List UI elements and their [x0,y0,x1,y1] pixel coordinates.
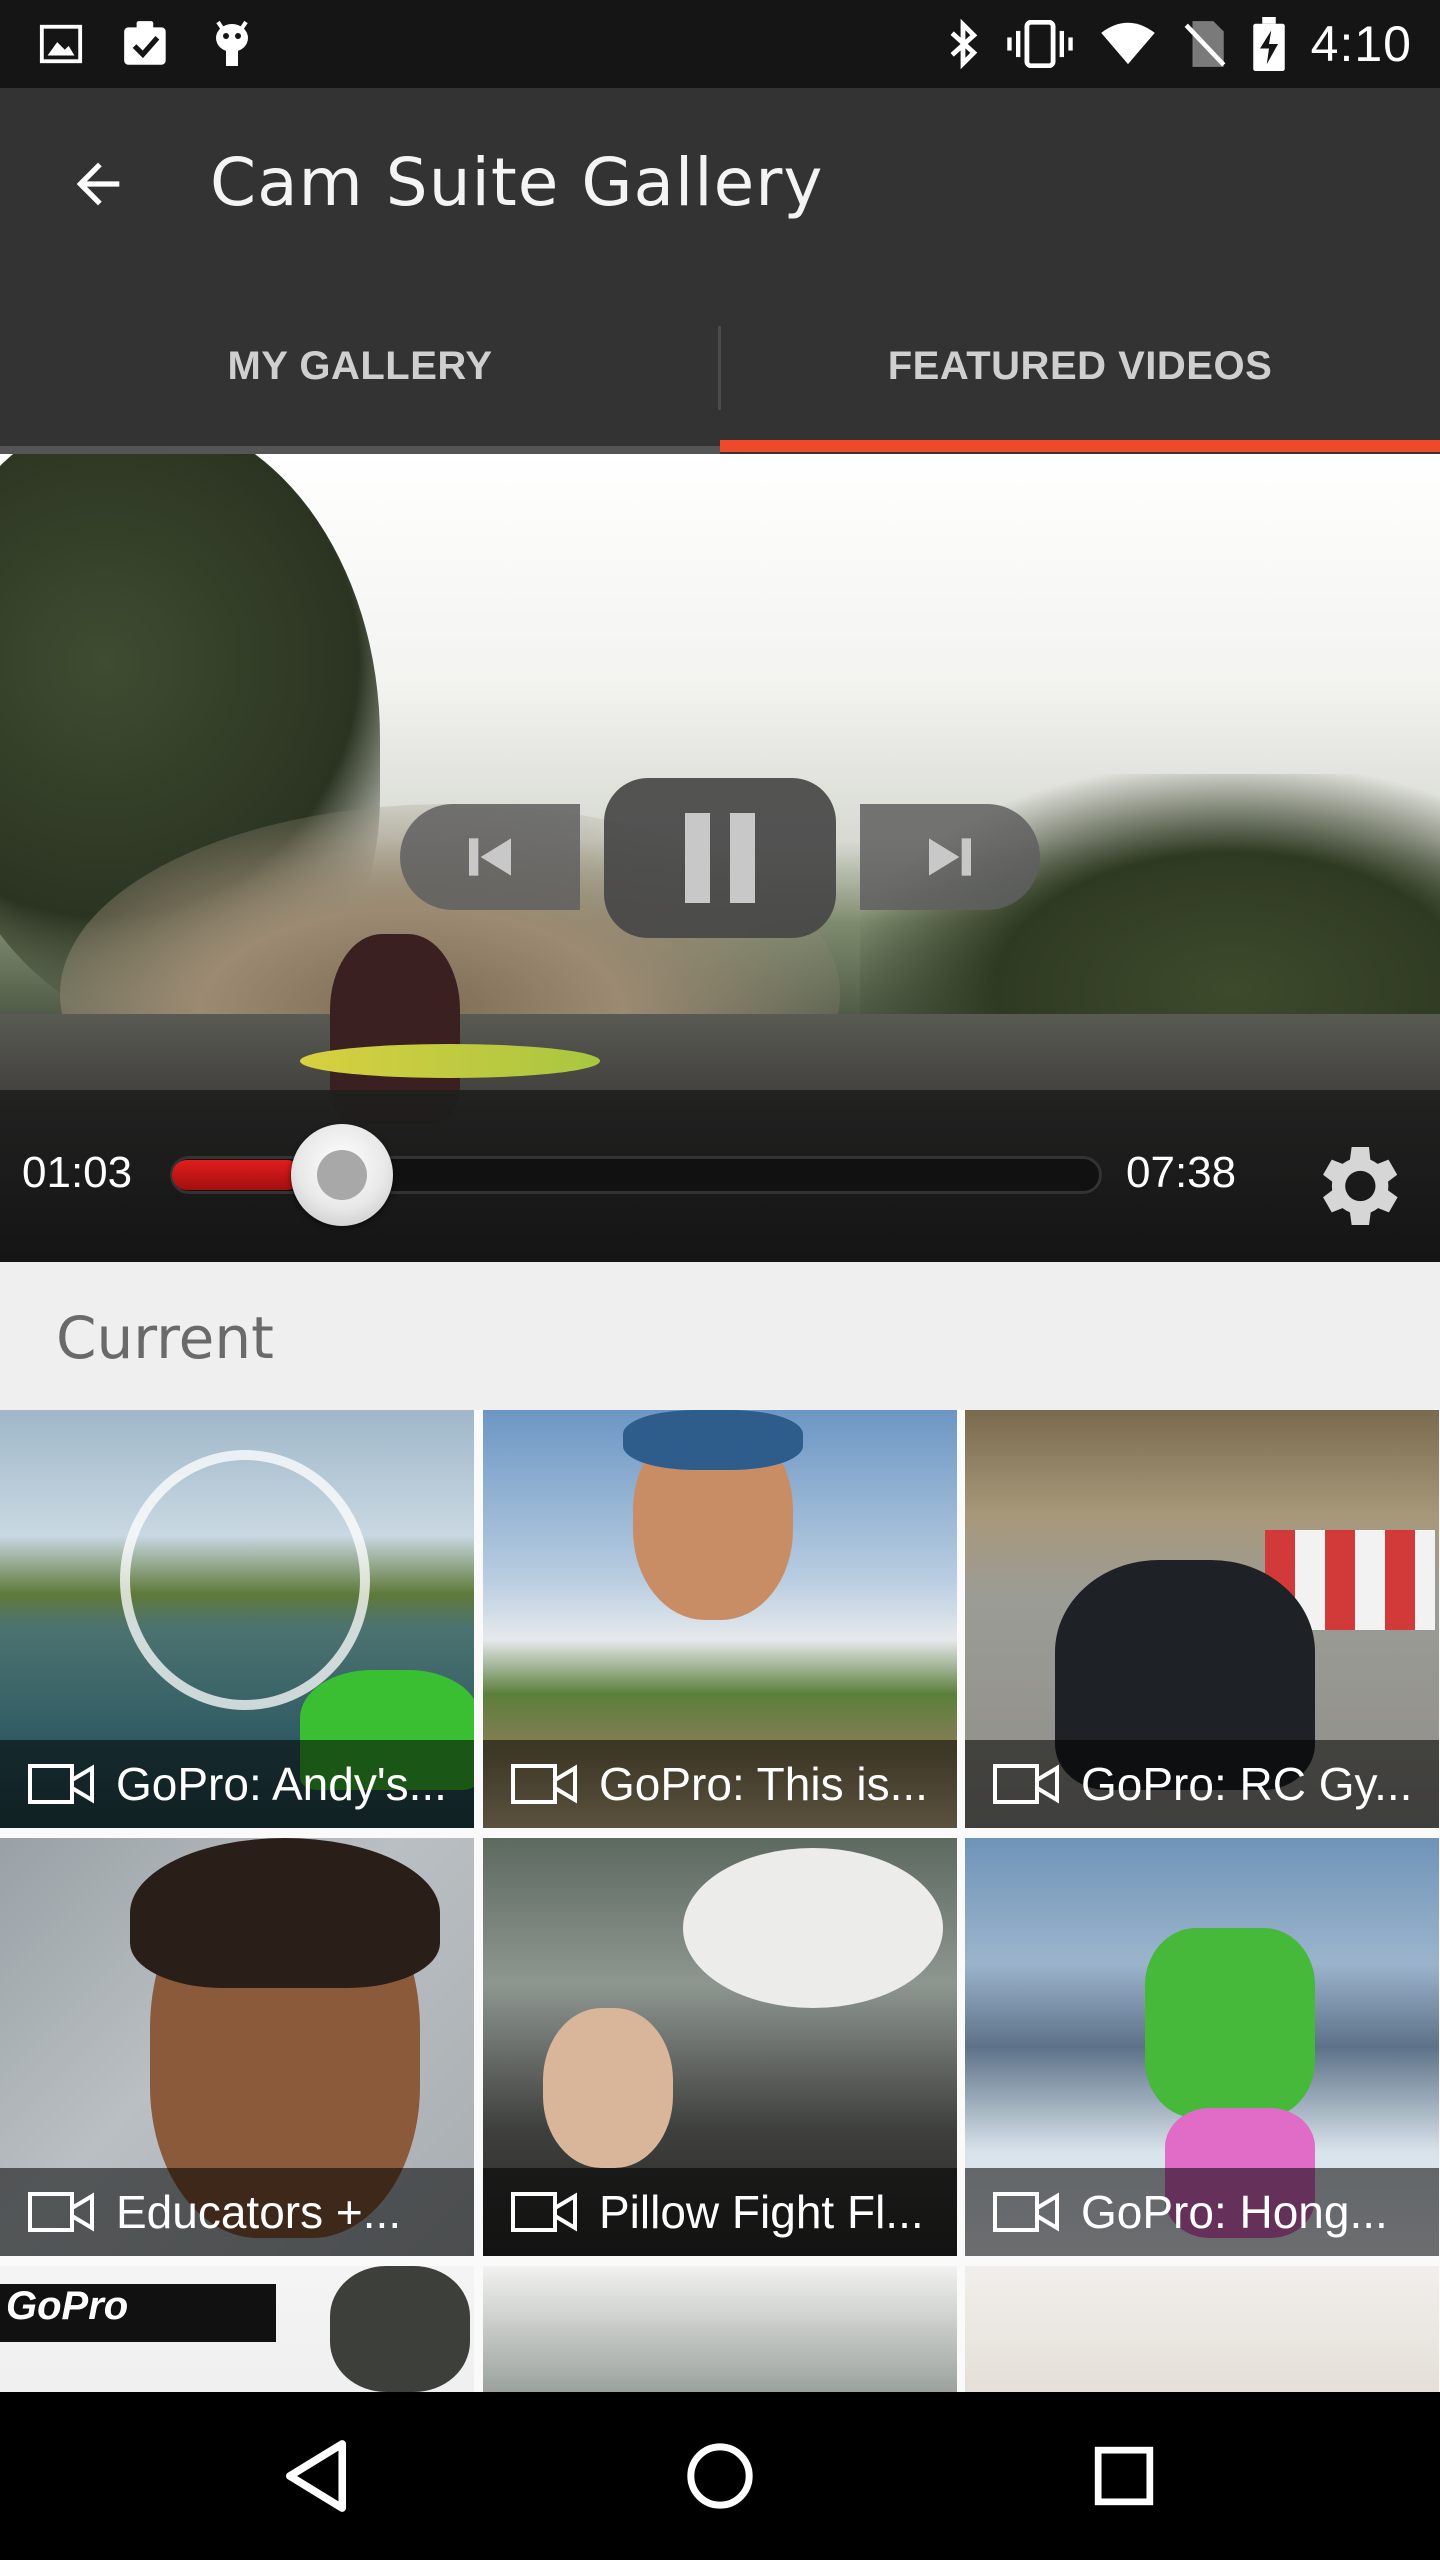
video-title: GoPro: This is... [599,1758,928,1810]
clipboard-check-icon [120,19,174,69]
tab-my-gallery[interactable]: MY GALLERY [0,278,720,454]
next-button[interactable] [860,804,1040,910]
previous-icon [469,838,511,876]
video-title: GoPro: Andy's... [116,1758,447,1810]
video-grid: GoPro: Andy's... GoPro: This is... GoPro… [0,1410,1440,2392]
no-sim-icon [1183,19,1227,69]
gopro-logo: GoPro [0,2284,276,2342]
video-title: GoPro: Hong... [1081,2186,1388,2238]
tab-featured-videos[interactable]: FEATURED VIDEOS [720,278,1440,454]
video-camera-icon [511,2192,577,2232]
video-title: Educators +... [116,2186,402,2238]
video-camera-icon [993,2192,1059,2232]
back-triangle-icon [285,2440,347,2512]
navigation-bar [0,2392,1440,2560]
app-title: Cam Suite Gallery [210,144,824,221]
video-tile[interactable]: Pillow Fight Fl... [483,1838,957,2256]
section-title: Current [56,1304,274,1372]
video-title: Pillow Fight Fl... [599,2186,924,2238]
video-camera-icon [993,1764,1059,1804]
home-circle-icon [687,2443,753,2509]
nav-recents-button[interactable] [1074,2426,1174,2526]
video-camera-icon [511,1764,577,1804]
seek-progress [172,1160,302,1190]
status-time: 4:10 [1310,16,1412,72]
status-bar: 4:10 [0,0,1440,88]
video-tile[interactable]: GoPro: This is... [483,1410,957,1828]
battery-charging-icon [1252,17,1285,71]
video-thumbnail [965,2266,1439,2392]
bluetooth-icon [945,18,981,70]
nav-back-button[interactable] [266,2426,366,2526]
gear-icon [1323,1147,1398,1225]
video-tile[interactable]: Educators +... [0,1838,474,2256]
app-bar: Cam Suite Gallery [0,88,1440,278]
playback-controls [400,778,1040,938]
video-camera-icon [28,2192,94,2232]
water-arc-graphic [120,1450,370,1710]
vibrate-icon [1006,20,1073,68]
seek-bar: 01:03 07:38 [0,1090,1440,1262]
tab-bar: MY GALLERY FEATURED VIDEOS [0,278,1440,454]
life-vest-graphic [1145,1928,1315,2118]
next-icon [929,838,971,876]
video-caption: GoPro: This is... [483,1740,957,1828]
video-tile[interactable]: GoPro: RC Gy... [965,1410,1439,1828]
video-caption: Educators +... [0,2168,474,2256]
seek-thumb[interactable] [291,1124,393,1226]
face-graphic [543,2008,673,2168]
total-time: 07:38 [1126,1148,1237,1197]
pause-button[interactable] [604,778,836,938]
video-tile[interactable]: GoPro: Andy's... [0,1410,474,1828]
video-tile[interactable] [965,2266,1439,2392]
video-caption: GoPro: RC Gy... [965,1740,1439,1828]
section-header: Current [0,1262,1440,1410]
wifi-icon [1099,21,1157,67]
recents-square-icon [1094,2446,1154,2506]
tab-active-indicator [720,440,1440,452]
helmet-graphic [623,1410,803,1470]
video-caption: Pillow Fight Fl... [483,2168,957,2256]
video-tile[interactable]: GoPro [0,2266,474,2392]
android-debug-icon [210,18,254,70]
pillow-graphic [683,1848,943,2008]
nav-home-button[interactable] [670,2426,770,2526]
settings-button[interactable] [1304,1134,1408,1238]
arrow-back-icon [76,162,120,206]
pause-icon [685,813,755,903]
video-caption: GoPro: Hong... [965,2168,1439,2256]
previous-button[interactable] [400,804,580,910]
current-time: 01:03 [22,1148,133,1197]
image-icon [38,21,84,67]
video-caption: GoPro: Andy's... [0,1740,474,1828]
rider-graphic [330,2266,470,2392]
video-thumbnail [483,2266,957,2392]
video-tile[interactable] [483,2266,957,2392]
back-button[interactable] [60,146,136,222]
video-title: GoPro: RC Gy... [1081,1758,1413,1810]
video-camera-icon [28,1764,94,1804]
video-frame-board [300,1044,600,1078]
tab-underline [0,446,720,454]
video-tile[interactable]: GoPro: Hong... [965,1838,1439,2256]
hair-graphic [130,1838,440,1988]
